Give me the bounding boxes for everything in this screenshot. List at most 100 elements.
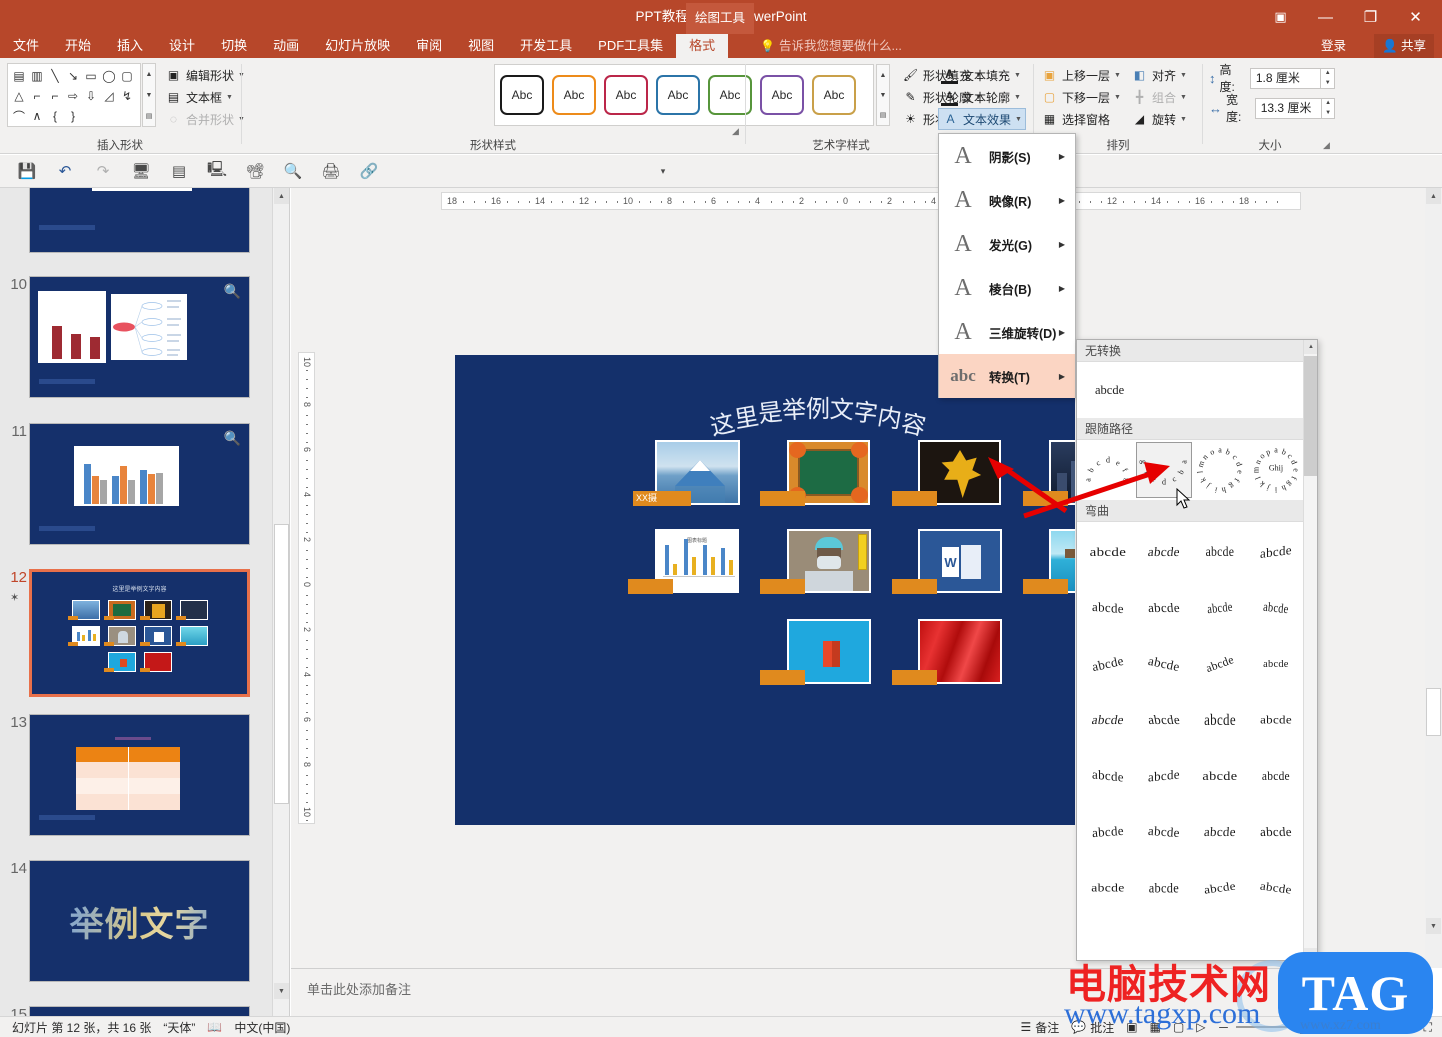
tab-0[interactable]: 文件 — [0, 34, 52, 58]
shape-glyph-2[interactable]: ╲ — [46, 66, 64, 86]
text-outline-button[interactable]: A 文本轮廓 ▼ — [938, 86, 1026, 108]
minimize-icon[interactable]: — — [1303, 2, 1348, 32]
shapes-gallery-scroll[interactable]: ▲ ▼ ▤ — [142, 63, 156, 127]
shape-glyph-5[interactable]: ◯ — [100, 66, 118, 86]
transform-path-button[interactable]: a b c d e f g h i j k l m n o p Ghij — [1248, 442, 1304, 498]
text-effects-button[interactable]: A 文本效果 ▼ — [938, 108, 1026, 130]
transform-path-arch-down[interactable]: abcdefg — [1136, 442, 1192, 498]
tab-3[interactable]: 设计 — [156, 34, 208, 58]
tab-2[interactable]: 插入 — [104, 34, 156, 58]
picture-caption-2[interactable] — [760, 491, 805, 506]
picture-caption-7[interactable] — [892, 579, 937, 594]
shape-glyph-0[interactable]: ▤ — [10, 66, 28, 86]
slideshow-from-current-icon[interactable]: 📽 — [236, 157, 274, 185]
share-button[interactable]: 👤 共享 — [1373, 34, 1434, 58]
start-slideshow-icon[interactable]: 🖥 — [122, 157, 160, 185]
slide-position-status[interactable]: 幻灯片 第 12 张，共 16 张 — [12, 1019, 151, 1036]
transform-warp-23[interactable]: abcde — [1248, 804, 1304, 860]
picture-caption-6[interactable] — [760, 579, 805, 594]
align-button[interactable]: ◧ 对齐 ▼ — [1128, 64, 1190, 86]
shape-glyph-12[interactable]: ◿ — [100, 86, 118, 106]
tell-me-search[interactable]: 💡 告诉我您想要做什么... — [760, 34, 902, 58]
transform-warp-24[interactable]: abcde — [1080, 860, 1136, 916]
thumbnail-slide-14[interactable]: 举例文字 — [29, 860, 250, 982]
text-box-button[interactable]: ▤ 文本框 ▼ — [162, 86, 248, 108]
selection-pane-button[interactable]: ▦ 选择窗格 — [1038, 108, 1124, 130]
height-stepper[interactable]: ▲ ▼ — [1321, 67, 1335, 89]
shape-glyph-1[interactable]: ▥ — [28, 66, 46, 86]
transform-none-option[interactable]: abcde — [1077, 362, 1317, 418]
shape-glyph-11[interactable]: ⇩ — [82, 86, 100, 106]
shape-glyph-17[interactable]: } — [64, 106, 82, 126]
tab-6[interactable]: 幻灯片放映 — [312, 34, 403, 58]
shape-glyph-10[interactable]: ⇨ — [64, 86, 82, 106]
scrollbar-thumb[interactable] — [274, 524, 289, 804]
scroll-down-icon[interactable]: ▼ — [274, 983, 289, 999]
shape-style-chip-1[interactable]: Abc — [552, 75, 596, 115]
undo-icon[interactable]: ↶ — [46, 157, 84, 185]
send-backward-button[interactable]: ▢ 下移一层 ▼ — [1038, 86, 1124, 108]
text-effects-menu[interactable]: A 阴影(S) ▶ A 映像(R) ▶ A 发光(G) ▶ A 棱台(B) ▶ A 三维旋转(D) ▶ abc… — [938, 133, 1076, 398]
transform-warp-1[interactable]: abcde — [1136, 524, 1192, 580]
picture-caption-4[interactable] — [1023, 491, 1068, 506]
transform-warp-19[interactable]: abcde — [1248, 748, 1304, 804]
tab-5[interactable]: 动画 — [260, 34, 312, 58]
shape-style-chip-2[interactable]: Abc — [604, 75, 648, 115]
thumbnail-pane-scrollbar[interactable]: ▲ ▼ — [272, 188, 289, 1017]
picture-caption-9[interactable] — [760, 670, 805, 685]
theme-status[interactable]: “天体” — [163, 1019, 195, 1036]
transform-warp-4[interactable]: abcde — [1080, 580, 1136, 636]
tab-10[interactable]: PDF工具集 — [585, 34, 676, 58]
transform-path-arch-up[interactable]: abcdefg — [1080, 442, 1136, 498]
sign-in-button[interactable]: 登录 — [1321, 34, 1346, 58]
thumbnail-slide-13[interactable] — [29, 714, 250, 836]
shape-glyph-8[interactable]: ⌐ — [28, 86, 46, 106]
transform-warp-6[interactable]: abcde — [1192, 580, 1248, 636]
transform-warp-12[interactable]: abcde — [1080, 692, 1136, 748]
transform-path-circle[interactable]: abcdefghijklmno — [1192, 442, 1248, 498]
picture-caption-5[interactable] — [628, 579, 673, 594]
thumbnail-slide-11[interactable]: 🔍 — [29, 423, 250, 545]
shape-glyph-4[interactable]: ▭ — [82, 66, 100, 86]
shape-glyph-16[interactable]: { — [46, 106, 64, 126]
transform-warp-14[interactable]: abcde — [1192, 692, 1248, 748]
customize-qat-icon[interactable]: ▾ — [644, 157, 682, 185]
transform-warp-16[interactable]: abcde — [1080, 748, 1136, 804]
picture-caption-3[interactable] — [892, 491, 937, 506]
slide-editing-surface[interactable]: 这里是举例文字内容 XX摄 图表标题 W — [455, 355, 1075, 825]
restore-icon[interactable]: ❐ — [1348, 2, 1393, 32]
transform-warp-11[interactable]: abcde — [1248, 636, 1304, 692]
canvas-scrollbar-thumb[interactable] — [1426, 688, 1441, 736]
shapes-scroll-down-icon[interactable]: ▼ — [143, 85, 155, 106]
width-stepper[interactable]: ▲ ▼ — [1322, 97, 1335, 119]
notes-button[interactable]: ☰ 备注 — [1021, 1019, 1060, 1036]
transform-warp-27[interactable]: abcde — [1248, 860, 1304, 916]
canvas-scroll-down-icon[interactable]: ▼ — [1426, 918, 1441, 934]
transform-warp-8[interactable]: abcde — [1080, 636, 1136, 692]
menu-item-reflection[interactable]: A 映像(R) ▶ — [939, 178, 1075, 222]
transform-warp-15[interactable]: abcde — [1248, 692, 1304, 748]
bring-forward-button[interactable]: ▣ 上移一层 ▼ — [1038, 64, 1124, 86]
canvas-scroll-up-icon[interactable]: ▲ — [1426, 188, 1441, 204]
transform-warp-20[interactable]: abcde — [1080, 804, 1136, 860]
close-icon[interactable]: ✕ — [1393, 2, 1438, 32]
transform-warp-3[interactable]: abcde — [1248, 524, 1304, 580]
transform-scrollbar-thumb[interactable] — [1304, 356, 1317, 476]
height-input[interactable]: 1.8 厘米 — [1249, 67, 1322, 89]
tab-8[interactable]: 视图 — [455, 34, 507, 58]
scroll-up-icon[interactable]: ▲ — [274, 188, 289, 204]
canvas-scrollbar[interactable]: ▲ ▼ — [1425, 188, 1442, 968]
tab-4[interactable]: 切换 — [208, 34, 260, 58]
shape-glyph-15[interactable]: ∧ — [28, 106, 46, 126]
transform-warp-13[interactable]: abcde — [1136, 692, 1192, 748]
slide-thumbnail-pane[interactable]: 10 🔍 11 🔍 12 ✶ 这里是举例文字内容 13 14 举例文字 15 — [0, 188, 290, 1017]
tab-11[interactable]: 格式 — [676, 34, 729, 58]
hyperlink-icon[interactable]: 🔗 — [350, 157, 388, 185]
transform-gallery-scrollbar[interactable]: ▲ ▼ — [1303, 340, 1317, 960]
transform-warp-9[interactable]: abcde — [1136, 636, 1192, 692]
transform-warp-18[interactable]: abcde — [1192, 748, 1248, 804]
present-icon[interactable]: 🖳 — [198, 157, 236, 185]
picture-caption-10[interactable] — [892, 670, 937, 685]
transform-scroll-up-icon[interactable]: ▲ — [1304, 340, 1317, 354]
menu-item-transform[interactable]: abc 转换(T) ▶ — [939, 354, 1075, 398]
